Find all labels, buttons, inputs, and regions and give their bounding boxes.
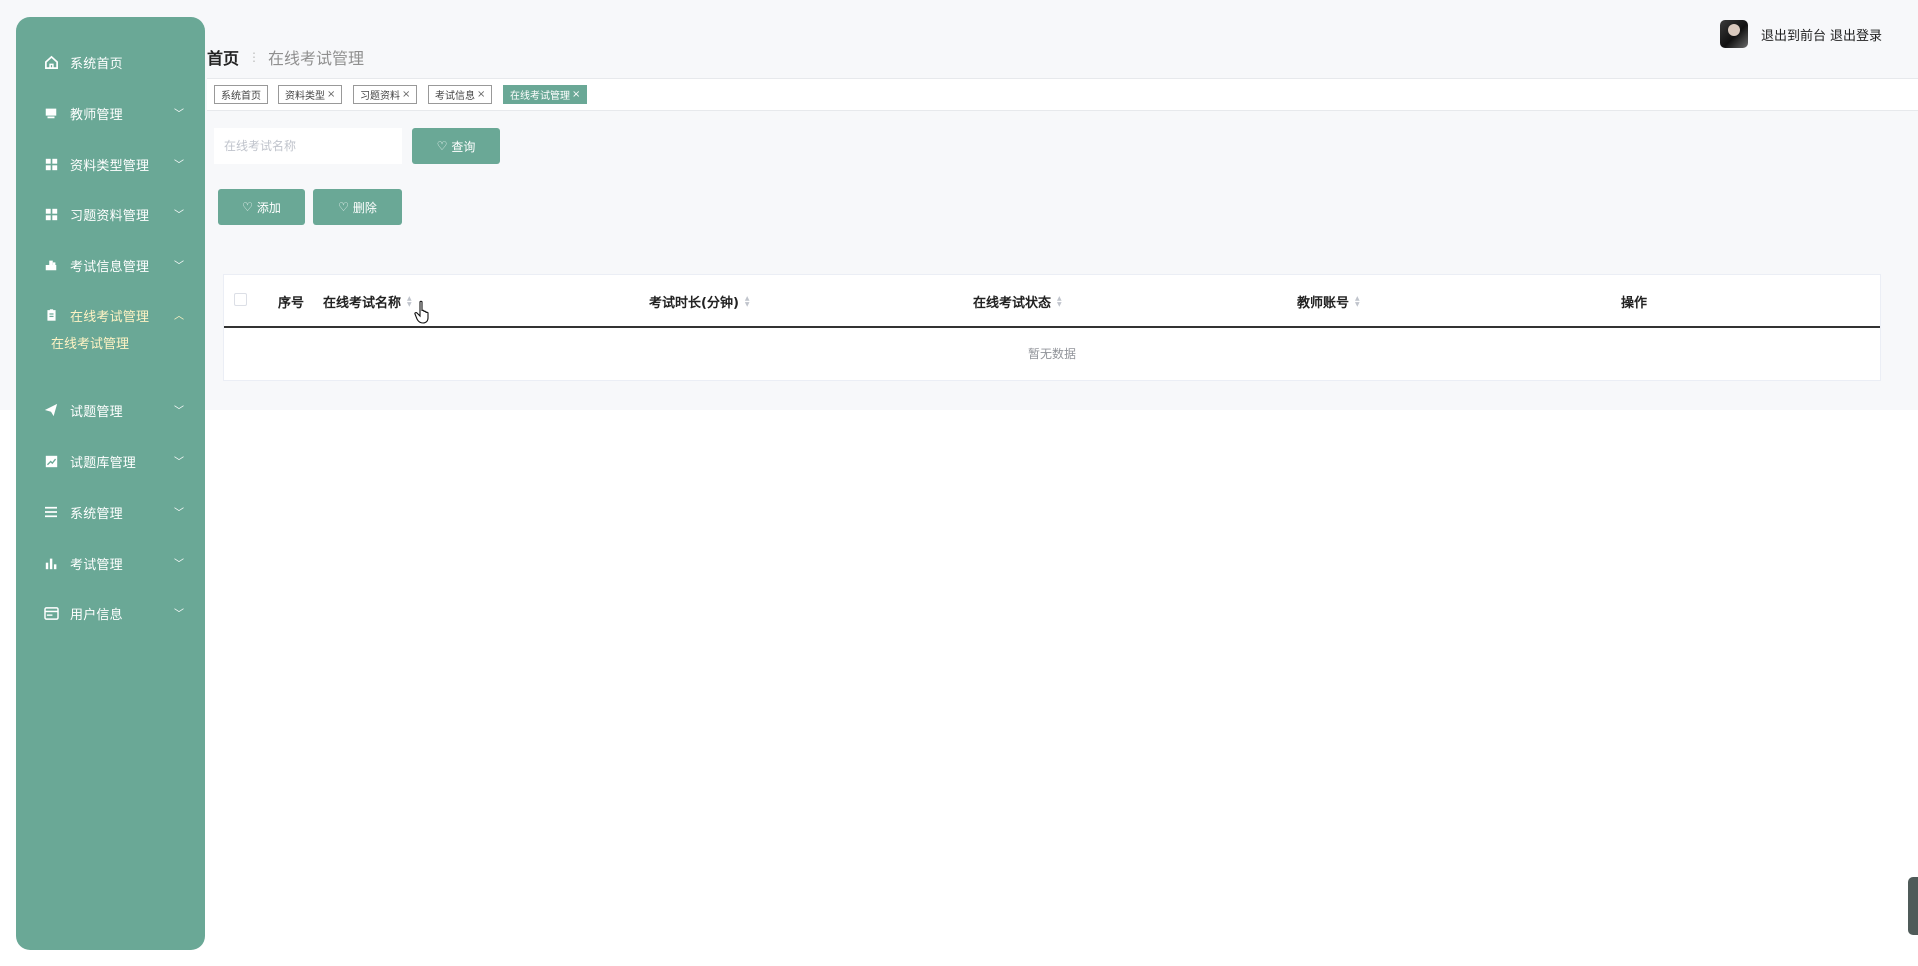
list-icon (43, 504, 59, 520)
chevron-down-icon: ﹀ (174, 609, 184, 620)
search-input[interactable] (214, 128, 402, 164)
sidebar-item-teachers[interactable]: 教师管理 ﹀ (16, 93, 205, 133)
column-label: 考试时长(分钟) (649, 296, 739, 311)
chart-square-icon (43, 453, 59, 469)
tag-label: 资料类型 (285, 91, 325, 102)
clipboard-icon (43, 307, 59, 323)
submenu-item-online-exam[interactable]: 在线考试管理 (16, 323, 205, 359)
sidebar-item-label: 习题资料管理 (70, 209, 150, 224)
close-icon[interactable]: × (477, 89, 485, 100)
sidebar-item-exercise-materials[interactable]: 习题资料管理 ﹀ (16, 194, 205, 234)
tag-label: 习题资料 (360, 91, 400, 102)
chevron-down-icon: ﹀ (174, 210, 184, 221)
breadcrumb-separator: ⋮ (248, 50, 261, 64)
tag-material-types[interactable]: 资料类型 × (278, 85, 343, 104)
sidebar-item-user-info[interactable]: 用户信息 ﹀ (16, 593, 205, 633)
sidebar-item-label: 考试信息管理 (70, 260, 150, 275)
column-header-duration[interactable]: 考试时长(分钟) ▲ ▼ (649, 292, 750, 311)
hand-cursor-icon (414, 300, 429, 324)
sidebar-item-system[interactable]: 系统管理 ﹀ (16, 492, 205, 532)
card-icon (43, 605, 59, 621)
monitor-icon (43, 105, 59, 121)
sidebar-item-exams[interactable]: 考试管理 ﹀ (16, 543, 205, 583)
sort-icon[interactable]: ▲ ▼ (745, 295, 750, 308)
grid-icon (43, 206, 59, 222)
chevron-down-icon: ﹀ (174, 508, 184, 519)
column-header-status[interactable]: 在线考试状态 ▲ ▼ (973, 292, 1062, 311)
home-icon (43, 54, 59, 70)
breadcrumb-current: 在线考试管理 (268, 49, 365, 68)
breadcrumb: 首页 ⋮ 在线考试管理 (207, 45, 364, 69)
column-header-actions: 操作 (1621, 292, 1647, 311)
close-icon[interactable]: × (327, 89, 335, 100)
chevron-down-icon: ﹀ (174, 406, 184, 417)
sidebar-item-home[interactable]: 系统首页 (16, 42, 205, 82)
tag-home[interactable]: 系统首页 (214, 85, 268, 104)
avatar[interactable] (1719, 20, 1748, 48)
search-button-label: 查询 (451, 139, 476, 154)
column-label: 在线考试状态 (973, 296, 1052, 311)
tag-label: 系统首页 (221, 91, 261, 102)
column-label: 教师账号 (1297, 296, 1350, 311)
sidebar-item-questions[interactable]: 试题管理 ﹀ (16, 390, 205, 430)
sidebar-item-label: 用户信息 (70, 608, 123, 623)
close-icon[interactable]: × (572, 89, 580, 100)
table-header: 序号 在线考试名称 ▲ ▼ 考试时长(分钟) ▲ ▼ 在线考试状态 ▲ ▼ 教师账号 … (224, 275, 1880, 328)
breadcrumb-home[interactable]: 首页 (207, 45, 239, 69)
sort-icon[interactable]: ▲ ▼ (1057, 295, 1062, 308)
bar-chart-icon (43, 555, 59, 571)
column-label: 在线考试名称 (323, 296, 402, 311)
close-icon[interactable]: × (402, 89, 410, 100)
sidebar-item-label: 系统管理 (70, 507, 123, 522)
chevron-down-icon: ﹀ (174, 261, 184, 272)
sidebar-item-label: 考试管理 (70, 558, 123, 573)
add-button[interactable]: ♡ 添加 (218, 189, 305, 225)
tag-exam-info[interactable]: 考试信息 × (428, 85, 493, 104)
column-label: 操作 (1621, 296, 1648, 311)
column-label: 序号 (278, 296, 305, 311)
sidebar-item-label: 系统首页 (70, 57, 123, 72)
sidebar-item-label: 试题库管理 (70, 456, 137, 471)
heart-icon: ♡ (436, 139, 448, 153)
grid-icon (43, 156, 59, 172)
sidebar-item-material-types[interactable]: 资料类型管理 ﹀ (16, 144, 205, 184)
column-header-index: 序号 (278, 292, 304, 311)
submenu-item-label: 在线考试管理 (51, 337, 130, 352)
back-to-front-link[interactable]: 退出到前台 (1761, 25, 1826, 44)
add-button-label: 添加 (256, 200, 281, 215)
user-area: 退出到前台 退出登录 (1719, 20, 1882, 48)
tags-bar: 系统首页 资料类型 × 习题资料 × 考试信息 × 在线考试管理 × (207, 78, 1918, 111)
tag-exercise-materials[interactable]: 习题资料 × (353, 85, 418, 104)
logout-link[interactable]: 退出登录 (1830, 25, 1882, 44)
sidebar: 系统首页 教师管理 ﹀ 资料类型管理 ﹀ 习题资料管理 ﹀ 考试信息管理 ﹀ 在… (16, 17, 205, 950)
sidebar-item-label: 资料类型管理 (70, 159, 150, 174)
sort-icon[interactable]: ▲ ▼ (407, 295, 412, 308)
select-all-checkbox[interactable] (234, 293, 247, 306)
heart-icon: ♡ (242, 200, 253, 214)
column-header-exam-name[interactable]: 在线考试名称 ▲ ▼ (323, 292, 412, 311)
tag-label: 考试信息 (435, 91, 475, 102)
sidebar-item-exam-info[interactable]: 考试信息管理 ﹀ (16, 245, 205, 285)
tag-online-exam[interactable]: 在线考试管理 × (503, 85, 588, 104)
column-header-teacher-account[interactable]: 教师账号 ▲ ▼ (1297, 292, 1360, 311)
search-button[interactable]: ♡ 查询 (412, 128, 500, 164)
chevron-down-icon: ﹀ (174, 457, 184, 468)
sidebar-item-label: 试题管理 (70, 405, 123, 420)
chevron-up-icon: ︿ (174, 311, 184, 322)
tag-label: 在线考试管理 (510, 91, 570, 102)
sort-icon[interactable]: ▲ ▼ (1355, 295, 1360, 308)
heart-icon: ♡ (338, 200, 349, 214)
sidebar-item-label: 教师管理 (70, 108, 123, 123)
data-table: 序号 在线考试名称 ▲ ▼ 考试时长(分钟) ▲ ▼ 在线考试状态 ▲ ▼ 教师账号 … (223, 274, 1881, 381)
send-icon (43, 402, 59, 418)
chevron-down-icon: ﹀ (174, 160, 184, 171)
delete-button-label: 删除 (352, 200, 377, 215)
table-empty-text: 暂无数据 (1027, 347, 1076, 361)
stamp-icon (43, 257, 59, 273)
side-drawer-handle[interactable] (1908, 877, 1918, 935)
chevron-down-icon: ﹀ (174, 109, 184, 120)
delete-button[interactable]: ♡ 删除 (313, 189, 402, 225)
chevron-down-icon: ﹀ (174, 559, 184, 570)
sidebar-item-question-bank[interactable]: 试题库管理 ﹀ (16, 441, 205, 481)
